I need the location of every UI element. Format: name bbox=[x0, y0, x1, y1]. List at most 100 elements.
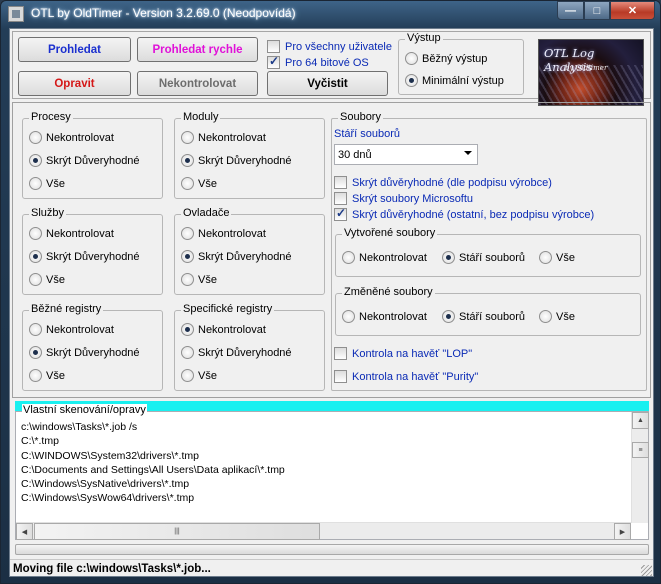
quick-scan-button[interactable]: Prohledat rychle bbox=[137, 37, 258, 62]
radio-icon bbox=[342, 251, 355, 264]
ovladace-all-radio[interactable]: Vše bbox=[181, 273, 217, 286]
hide-signed-checkbox[interactable]: Skrýt důvěryhodné (dle podpisu výrobce) bbox=[334, 176, 552, 189]
custom-scan-line: C:\Windows\SysNative\drivers\*.tmp bbox=[21, 478, 190, 491]
sluzby-hide-radio[interactable]: Skrýt Důveryhodné bbox=[29, 250, 140, 263]
radio-selected-icon bbox=[181, 250, 194, 263]
chevron-down-icon bbox=[464, 151, 472, 155]
scroll-thumb[interactable]: ≡ bbox=[632, 442, 649, 458]
moduly-group: Moduly Nekontrolovat Skrýt Důveryhodné V… bbox=[174, 111, 325, 199]
otl-logo: OTL Log Analysis by Oldtimer bbox=[538, 39, 644, 106]
created-none-radio[interactable]: Nekontrolovat bbox=[342, 251, 427, 264]
custom-scan-line: c:\windows\Tasks\*.job /s bbox=[21, 421, 138, 433]
procesy-hide-radio[interactable]: Skrýt Důveryhodné bbox=[29, 154, 140, 167]
ovladace-hide-radio[interactable]: Skrýt Důveryhodné bbox=[181, 250, 292, 263]
scroll-up-icon[interactable]: ▲ bbox=[632, 412, 649, 429]
radio-icon bbox=[181, 131, 194, 144]
scan-button[interactable]: Prohledat bbox=[18, 37, 131, 62]
radio-icon bbox=[29, 177, 42, 190]
bezne-all-radio[interactable]: Vše bbox=[29, 369, 65, 382]
radio-selected-icon bbox=[442, 310, 455, 323]
window-title: OTL by OldTimer - Version 3.2.69.0 (Neod… bbox=[31, 6, 296, 20]
specificke-hide-radio[interactable]: Skrýt Důveryhodné bbox=[181, 346, 292, 359]
custom-scan-line: C:\Windows\SysWow64\drivers\*.tmp bbox=[21, 492, 195, 505]
radio-icon bbox=[29, 131, 42, 144]
created-all-radio[interactable]: Vše bbox=[539, 251, 575, 264]
radio-icon bbox=[181, 227, 194, 240]
radio-selected-icon bbox=[29, 250, 42, 263]
radio-icon bbox=[181, 177, 194, 190]
bezne-none-radio[interactable]: Nekontrolovat bbox=[29, 323, 114, 336]
radio-icon bbox=[539, 310, 552, 323]
procesy-all-radio[interactable]: Vše bbox=[29, 177, 65, 190]
radio-icon bbox=[405, 52, 418, 65]
custom-scan-lines: c:\windows\Tasks\*.job /s C:\*.tmp C:\WIND… bbox=[21, 420, 285, 506]
scroll-right-icon[interactable]: ▶ bbox=[614, 523, 631, 540]
scroll-left-icon[interactable]: ◀ bbox=[16, 523, 33, 540]
radio-icon bbox=[181, 369, 194, 382]
title-bar[interactable]: OTL by OldTimer - Version 3.2.69.0 (Neod… bbox=[1, 1, 660, 28]
custom-scan-line: C:\*.tmp bbox=[21, 435, 59, 448]
created-age-radio[interactable]: Stáří souborů bbox=[442, 251, 525, 264]
changed-all-radio[interactable]: Vše bbox=[539, 310, 575, 323]
status-text: Moving file c:\windows\Tasks\*.job... bbox=[13, 563, 211, 575]
radio-selected-icon bbox=[181, 323, 194, 336]
ovladace-group: Ovladače Nekontrolovat Skrýt Důveryhodné… bbox=[174, 207, 325, 295]
moduly-all-radio[interactable]: Vše bbox=[181, 177, 217, 190]
horizontal-scrollbar[interactable]: ◀ ||| ▶ bbox=[16, 522, 631, 540]
procesy-none-radio[interactable]: Nekontrolovat bbox=[29, 131, 114, 144]
output-standard-radio[interactable]: Běžný výstup bbox=[405, 52, 487, 65]
procesy-group: Procesy Nekontrolovat Skrýt Důveryhodné … bbox=[22, 111, 163, 199]
specificke-none-radio[interactable]: Nekontrolovat bbox=[181, 323, 266, 336]
hide-other-checkbox[interactable]: Skrýt důvěryhodné (ostatní, bez podpisu … bbox=[334, 206, 594, 221]
app-icon[interactable] bbox=[8, 6, 24, 22]
checkbox-icon bbox=[334, 176, 347, 189]
moduly-hide-radio[interactable]: Skrýt Důveryhodné bbox=[181, 154, 292, 167]
unchecked-button[interactable]: Nekontrolovat bbox=[137, 71, 258, 96]
ovladace-none-radio[interactable]: Nekontrolovat bbox=[181, 227, 266, 240]
radio-selected-icon bbox=[29, 154, 42, 167]
radio-icon bbox=[29, 369, 42, 382]
sluzby-group: Služby Nekontrolovat Skrýt Důveryhodné V… bbox=[22, 207, 163, 295]
radio-icon bbox=[539, 251, 552, 264]
checkbox-icon bbox=[334, 192, 347, 205]
radio-selected-icon bbox=[405, 74, 418, 87]
bezne-hide-radio[interactable]: Skrýt Důveryhodné bbox=[29, 346, 140, 359]
checkbox-icon bbox=[334, 347, 347, 360]
file-age-label: Stáří souborů bbox=[334, 128, 401, 140]
custom-scan-textarea[interactable]: Vlastní skenování/opravy c:\windows\Task… bbox=[15, 404, 649, 540]
all-users-checkbox[interactable]: Pro všechny uživatele bbox=[267, 40, 392, 53]
close-button[interactable]: ✕ bbox=[610, 1, 655, 20]
hide-microsoft-checkbox[interactable]: Skrýt soubory Microsoftu bbox=[334, 192, 473, 205]
purity-checkbox[interactable]: Kontrola na havěť "Purity" bbox=[334, 370, 478, 383]
checkbox-icon bbox=[334, 370, 347, 383]
radio-selected-icon bbox=[181, 154, 194, 167]
file-age-select[interactable]: 30 dnů bbox=[334, 144, 478, 165]
output-minimal-radio[interactable]: Minimální výstup bbox=[405, 74, 504, 87]
sluzby-none-radio[interactable]: Nekontrolovat bbox=[29, 227, 114, 240]
radio-icon bbox=[181, 273, 194, 286]
main-client: Prohledat Prohledat rychle Opravit Nekon… bbox=[9, 28, 654, 577]
scroll-h-thumb[interactable]: ||| bbox=[34, 523, 320, 540]
fix-button[interactable]: Opravit bbox=[18, 71, 131, 96]
sluzby-all-radio[interactable]: Vše bbox=[29, 273, 65, 286]
radio-icon bbox=[342, 310, 355, 323]
radio-selected-icon bbox=[29, 346, 42, 359]
changed-none-radio[interactable]: Nekontrolovat bbox=[342, 310, 427, 323]
os64-checkbox[interactable]: Pro 64 bitové OS bbox=[267, 54, 369, 69]
custom-scan-line: C:\WINDOWS\System32\drivers\*.tmp bbox=[21, 449, 199, 462]
moduly-none-radio[interactable]: Nekontrolovat bbox=[181, 131, 266, 144]
checkbox-checked-icon bbox=[267, 54, 280, 69]
radio-icon bbox=[29, 227, 42, 240]
radio-icon bbox=[29, 273, 42, 286]
lop-checkbox[interactable]: Kontrola na havěť "LOP" bbox=[334, 347, 472, 360]
maximize-button[interactable]: □ bbox=[584, 1, 610, 20]
clear-button[interactable]: Vyčistit bbox=[267, 71, 388, 96]
changed-age-radio[interactable]: Stáří souborů bbox=[442, 310, 525, 323]
specificke-all-radio[interactable]: Vše bbox=[181, 369, 217, 382]
minimize-button[interactable]: — bbox=[557, 1, 584, 20]
resize-grip-icon[interactable] bbox=[641, 565, 652, 576]
radio-icon bbox=[181, 346, 194, 359]
vertical-scrollbar[interactable]: ▲ ≡ bbox=[631, 412, 649, 523]
radio-icon bbox=[29, 323, 42, 336]
status-bar: Moving file c:\windows\Tasks\*.job... bbox=[10, 559, 653, 577]
